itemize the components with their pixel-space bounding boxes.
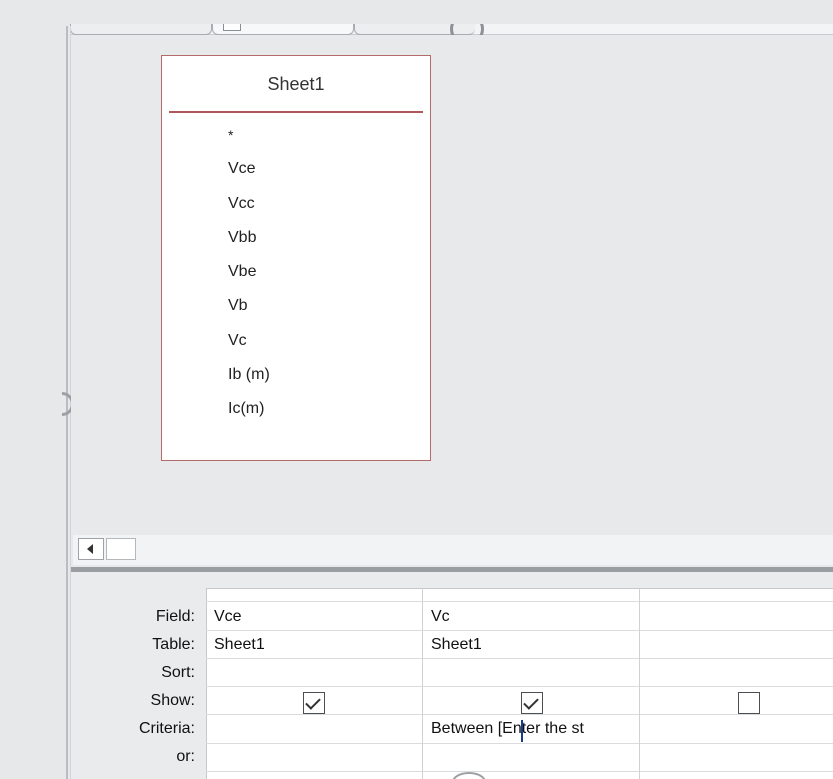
- grid-cell-field-col1[interactable]: Vce: [214, 603, 242, 631]
- field-item[interactable]: Vb: [228, 289, 270, 323]
- document-tab-2[interactable]: [212, 24, 354, 35]
- scroll-left-arrow-icon[interactable]: [78, 538, 104, 560]
- grid-cell-table-col3[interactable]: [648, 631, 828, 659]
- show-checkbox-col3[interactable]: [738, 692, 760, 714]
- tab-icon: [223, 24, 241, 31]
- field-list-sheet1[interactable]: Sheet1 * Vce Vcc Vbb Vbe Vb Vc Ib (m) Ic…: [161, 55, 431, 461]
- text-cursor: [521, 720, 523, 742]
- checkmark-icon: [523, 694, 539, 710]
- row-label-show: Show:: [150, 692, 195, 709]
- horizontal-scrollbar[interactable]: [73, 535, 833, 565]
- field-list-items: * Vce Vcc Vbb Vbe Vb Vc Ib (m) Ic(m): [228, 118, 270, 427]
- grid-column-divider: [422, 588, 423, 779]
- scrollbar-thumb[interactable]: [106, 538, 136, 560]
- row-label-sort: Sort:: [161, 664, 195, 681]
- document-tab-1[interactable]: [70, 24, 212, 35]
- field-item[interactable]: Vbe: [228, 255, 270, 289]
- field-item-all[interactable]: *: [228, 118, 270, 152]
- show-checkbox-col2[interactable]: [521, 692, 543, 714]
- grid-row-divider: [206, 771, 833, 772]
- grid-column-divider: [639, 588, 640, 779]
- grid-cell-or-col1[interactable]: [214, 743, 414, 771]
- grid-cell-sort-col2[interactable]: [431, 659, 631, 687]
- row-label-criteria: Criteria:: [138, 720, 195, 737]
- grid-cell-field-col3[interactable]: [648, 603, 828, 631]
- field-item[interactable]: Vce: [228, 152, 270, 186]
- row-label-field: Field:: [155, 608, 195, 625]
- show-checkbox-col1[interactable]: [303, 692, 325, 714]
- grid-row-divider: [206, 601, 833, 602]
- grid-cell-or-col2[interactable]: [431, 743, 631, 771]
- grid-cell-table-col1[interactable]: Sheet1: [214, 631, 265, 659]
- row-label-or: or:: [176, 748, 195, 765]
- grid-cell-table-col2[interactable]: Sheet1: [431, 631, 482, 659]
- field-list-title[interactable]: Sheet1: [162, 74, 430, 95]
- field-item[interactable]: Vc: [228, 324, 270, 358]
- grid-cell-criteria-col2[interactable]: Between [Enter the st: [431, 715, 638, 743]
- query-design-window: Sheet1 * Vce Vcc Vbb Vbe Vb Vc Ib (m) Ic…: [0, 0, 833, 779]
- row-label-table: Table:: [152, 636, 195, 653]
- field-item[interactable]: Vbb: [228, 221, 270, 255]
- grid-cell-sort-col1[interactable]: [214, 659, 414, 687]
- field-list-divider: [169, 111, 423, 113]
- field-item[interactable]: Vcc: [228, 187, 270, 221]
- checkmark-icon: [305, 694, 321, 710]
- grid-cell-field-col2[interactable]: Vc: [431, 603, 450, 631]
- field-item[interactable]: Ic(m): [228, 392, 270, 426]
- grid-cell-criteria-col1[interactable]: [214, 715, 414, 743]
- field-item[interactable]: Ib (m): [228, 358, 270, 392]
